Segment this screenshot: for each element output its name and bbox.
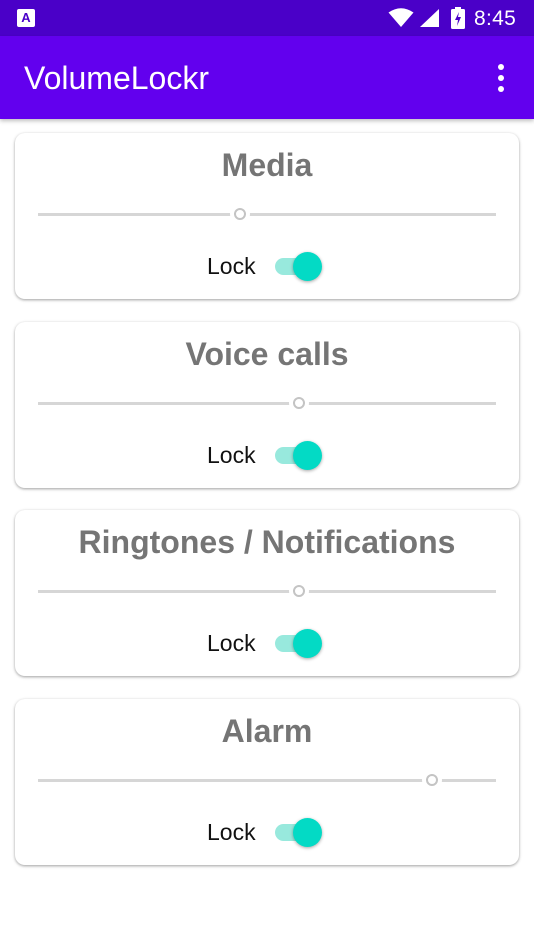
slider-thumb[interactable] [425,774,438,786]
volume-slider[interactable] [38,769,496,791]
stream-card-alarm: Alarm Lock [15,699,519,865]
lock-label: Lock [207,819,256,845]
battery-charging-icon [451,7,465,29]
status-time: 8:45 [474,7,517,30]
wifi-icon [388,8,414,27]
slider-thumb[interactable] [293,397,306,409]
a-letter-icon: A [17,9,35,27]
stream-title: Ringtones / Notifications [78,524,456,560]
stream-card-voice-calls: Voice calls Lock [15,322,519,488]
slider-track [38,590,496,593]
lock-switch[interactable] [273,815,325,847]
stream-title: Media [221,147,313,183]
lock-label: Lock [207,442,256,468]
slider-track [38,402,496,405]
volume-slider[interactable] [38,392,496,414]
volume-slider[interactable] [38,203,496,225]
status-bar: A 8:45 [0,0,534,36]
stream-card-media: Media Lock [15,133,519,299]
lock-switch[interactable] [273,438,325,470]
lock-label: Lock [207,630,256,656]
lock-row: Lock [15,624,519,660]
signal-icon [420,9,439,27]
switch-knob [293,441,322,470]
stream-card-ringtones: Ringtones / Notifications Lock [15,510,519,676]
switch-knob [293,252,322,281]
lock-row: Lock [15,247,519,283]
app-bar: VolumeLockr [0,36,534,119]
lock-row: Lock [15,813,519,849]
lock-switch[interactable] [273,626,325,658]
slider-thumb[interactable] [233,208,246,220]
stream-title: Voice calls [185,336,349,372]
slider-track [38,213,496,216]
switch-knob [293,629,322,658]
stream-title: Alarm [221,713,313,749]
more-vert-icon[interactable] [484,58,518,98]
volume-slider[interactable] [38,580,496,602]
app-title: VolumeLockr [24,60,209,96]
lock-label: Lock [207,253,256,279]
lock-switch[interactable] [273,249,325,281]
switch-knob [293,818,322,847]
slider-thumb[interactable] [293,585,306,597]
lock-row: Lock [15,436,519,472]
